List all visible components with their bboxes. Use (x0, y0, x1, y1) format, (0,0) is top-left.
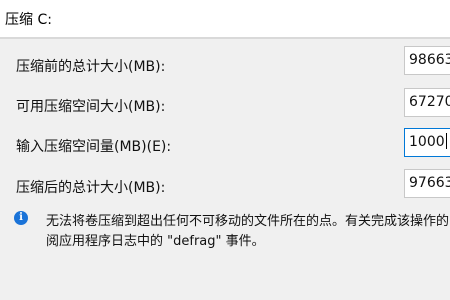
available-shrink-space-value: 67270 (404, 88, 450, 117)
total-size-after-value: 97663 (404, 169, 450, 198)
shrink-dialog-body (0, 39, 450, 300)
shrink-amount-value: 1000 (409, 134, 445, 150)
total-size-before-label: 压缩前的总计大小(MB): (16, 59, 166, 75)
dialog-title: 压缩 C: (5, 12, 52, 28)
shrink-amount-label: 输入压缩空间量(MB)(E): (16, 139, 172, 155)
dialog-titlebar: 压缩 C: (0, 0, 450, 37)
info-message-line-1: 无法将卷压缩到超出任何不可移动的文件所在的点。有关完成该操作的 (46, 214, 450, 229)
info-message-line-2: 阅应用程序日志中的 "defrag" 事件。 (46, 234, 265, 249)
total-size-before-value: 98663 (404, 46, 450, 75)
available-shrink-space-label: 可用压缩空间大小(MB): (16, 99, 166, 115)
shrink-amount-input[interactable]: 1000 (404, 128, 450, 157)
info-icon: i (14, 211, 28, 225)
text-caret (445, 133, 447, 149)
total-size-after-label: 压缩后的总计大小(MB): (16, 180, 166, 196)
